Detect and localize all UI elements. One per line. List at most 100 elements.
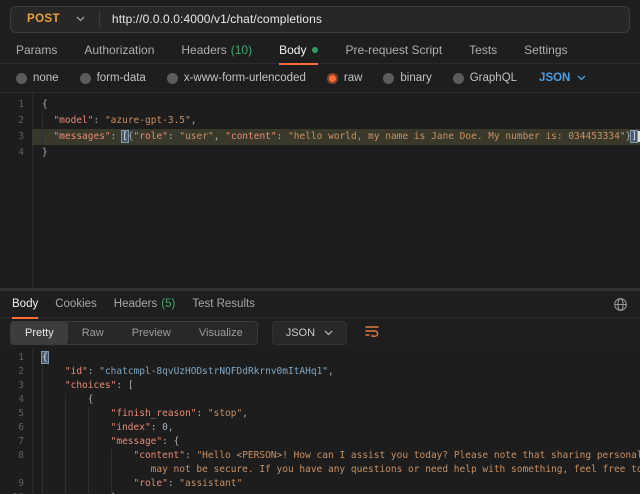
body-mode-label: binary [400,72,431,84]
tab-label: Settings [524,43,567,57]
response-body-editor[interactable]: 1{2 "id": "chatcmpl-8qvUzHODstrNQFDdRkrn… [0,348,640,494]
indent-guide-line [42,113,43,129]
chevron-down-icon [577,75,586,81]
code-text: "index": 0, [32,421,640,435]
code-token: "messages" [53,131,110,142]
chevron-down-icon [76,16,85,22]
response-tab-headers[interactable]: Headers(5) [114,291,176,319]
request-language-selector[interactable]: JSON [539,72,586,84]
indent-guide-line [42,449,43,463]
code-line: 2 "model": "azure-gpt-3.5", [0,113,640,129]
indent-guide-line [111,449,112,463]
indent-guide-line [42,463,43,477]
line-number: 8 [0,449,32,463]
response-tab-cookies[interactable]: Cookies [55,291,97,319]
tab-label: Body [12,298,38,310]
code-token: : [277,131,288,142]
view-mode-pretty[interactable]: Pretty [11,322,68,344]
code-line: 4} [0,145,640,161]
request-body-editor[interactable]: 1{2 "model": "azure-gpt-3.5",3 "messages… [0,92,640,290]
indent-guide-line [65,449,66,463]
text-cursor-icon [638,131,640,142]
code-line: 1{ [0,351,640,365]
indent-guide-line [65,407,66,421]
code-token: "content" [134,450,185,461]
indent-guide-line [42,393,43,407]
radio-icon [80,73,91,84]
line-number: 5 [0,407,32,421]
code-line: 9 "role": "assistant" [0,477,640,491]
indent-guide-line [88,421,89,435]
request-tabs: Params Authorization Headers(10) Body Pre-re… [0,38,640,64]
code-token: "role" [134,131,168,142]
tab-body[interactable]: Body [279,38,318,65]
code-text: "id": "chatcmpl-8qvUzHODstrNQFDdRkrnv0mI… [32,365,640,379]
code-token: , [168,422,174,433]
tab-label: Pre-request Script [345,43,442,57]
code-line: 6 "index": 0, [0,421,640,435]
view-mode-preview[interactable]: Preview [118,322,185,344]
body-mode-binary[interactable]: binary [383,72,431,84]
tab-label: Test Results [192,298,255,310]
code-token: : [196,408,207,419]
tab-label: Headers [181,43,226,57]
body-mode-none[interactable]: none [16,72,59,84]
code-token: [ [128,380,134,391]
tab-label: Tests [469,43,497,57]
tab-settings[interactable]: Settings [524,38,567,65]
indent-guide-line [42,435,43,449]
code-line: 3 "choices": [ [0,379,640,393]
code-text: { [32,393,640,407]
code-token: ] [631,131,637,142]
wrap-text-icon [364,324,380,343]
response-language-selector[interactable]: JSON [272,321,347,345]
indent-guide-line [88,477,89,491]
divider [99,11,100,28]
radio-icon [327,73,338,84]
code-token: : [162,436,173,447]
tab-authorization[interactable]: Authorization [84,38,154,65]
code-token: "index" [111,422,151,433]
code-token: : [116,380,127,391]
response-tab-body[interactable]: Body [12,291,38,319]
indent-guide-line [42,365,43,379]
code-text: "role": "assistant" [32,477,640,491]
response-tab-test-results[interactable]: Test Results [192,291,255,319]
code-token: "finish_reason" [111,408,197,419]
tab-tests[interactable]: Tests [469,38,497,65]
tab-pre-request-script[interactable]: Pre-request Script [345,38,442,65]
code-token: "message" [111,436,162,447]
code-token: "assistant" [179,478,242,489]
view-mode-raw[interactable]: Raw [68,322,118,344]
indent-guide-line [88,407,89,421]
code-token: , [191,115,197,126]
code-token: "user" [179,131,213,142]
body-mode-form-data[interactable]: form-data [80,72,146,84]
code-token [42,115,53,126]
code-token: : [88,366,99,377]
method-label: POST [27,13,60,25]
indent-guide-line [42,477,43,491]
globe-icon [613,299,628,316]
code-text: may not be secure. If you have any quest… [32,463,640,477]
code-text: "message": { [32,435,640,449]
response-tabs: Body Cookies Headers(5) Test Results [0,290,640,318]
url-bar: POST http://0.0.0.0:4000/v1/chat/complet… [10,6,630,33]
code-token: : [94,115,105,126]
code-text: "finish_reason": "stop", [32,407,640,421]
body-mode-label: none [33,72,59,84]
open-in-browser-button[interactable] [613,291,628,317]
tab-params[interactable]: Params [16,38,57,65]
body-mode-graphql[interactable]: GraphQL [453,72,517,84]
code-line: 7 "message": { [0,435,640,449]
code-line: 1{ [0,97,640,113]
body-mode-label: form-data [97,72,146,84]
method-selector[interactable]: POST [11,13,99,25]
url-input[interactable]: http://0.0.0.0:4000/v1/chat/completions [112,12,322,26]
body-mode-raw[interactable]: raw [327,72,363,84]
tab-headers[interactable]: Headers(10) [181,38,252,65]
wrap-text-button[interactable] [361,321,383,346]
view-mode-visualize[interactable]: Visualize [185,322,257,344]
body-mode-x-www-form-urlencoded[interactable]: x-www-form-urlencoded [167,72,306,84]
code-token: "choices" [65,380,116,391]
